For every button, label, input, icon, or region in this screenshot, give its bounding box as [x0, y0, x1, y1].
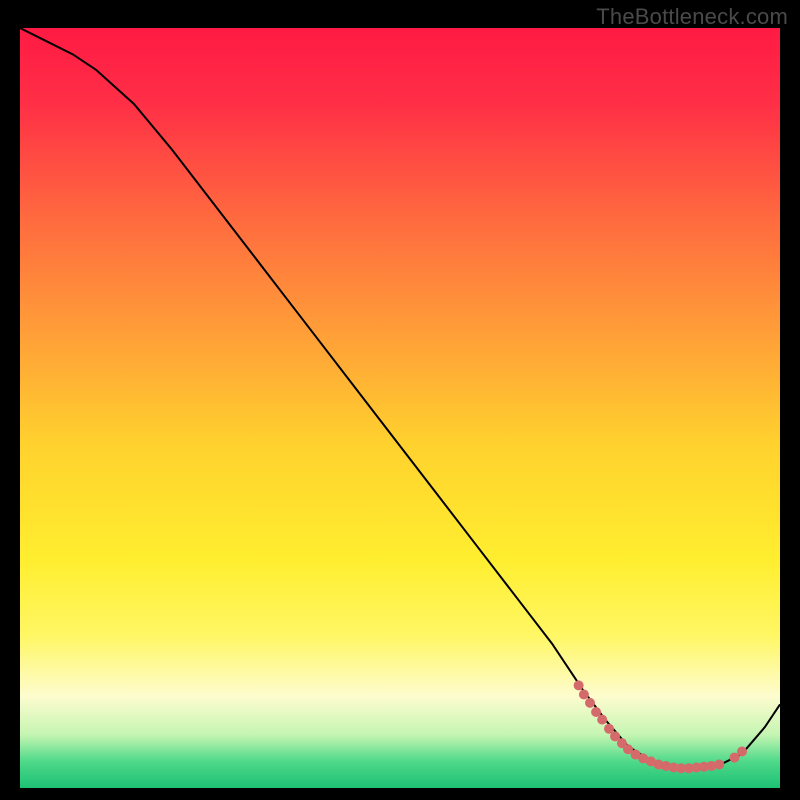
watermark-text: TheBottleneck.com [596, 4, 788, 30]
valley-marker [574, 680, 584, 690]
bottleneck-chart [20, 28, 780, 788]
valley-marker [585, 698, 595, 708]
valley-marker [579, 690, 589, 700]
valley-marker [597, 715, 607, 725]
valley-marker [714, 759, 724, 769]
chart-frame: TheBottleneck.com [0, 0, 800, 800]
gradient-background [20, 28, 780, 788]
valley-marker [737, 747, 747, 757]
plot-area [20, 28, 780, 788]
